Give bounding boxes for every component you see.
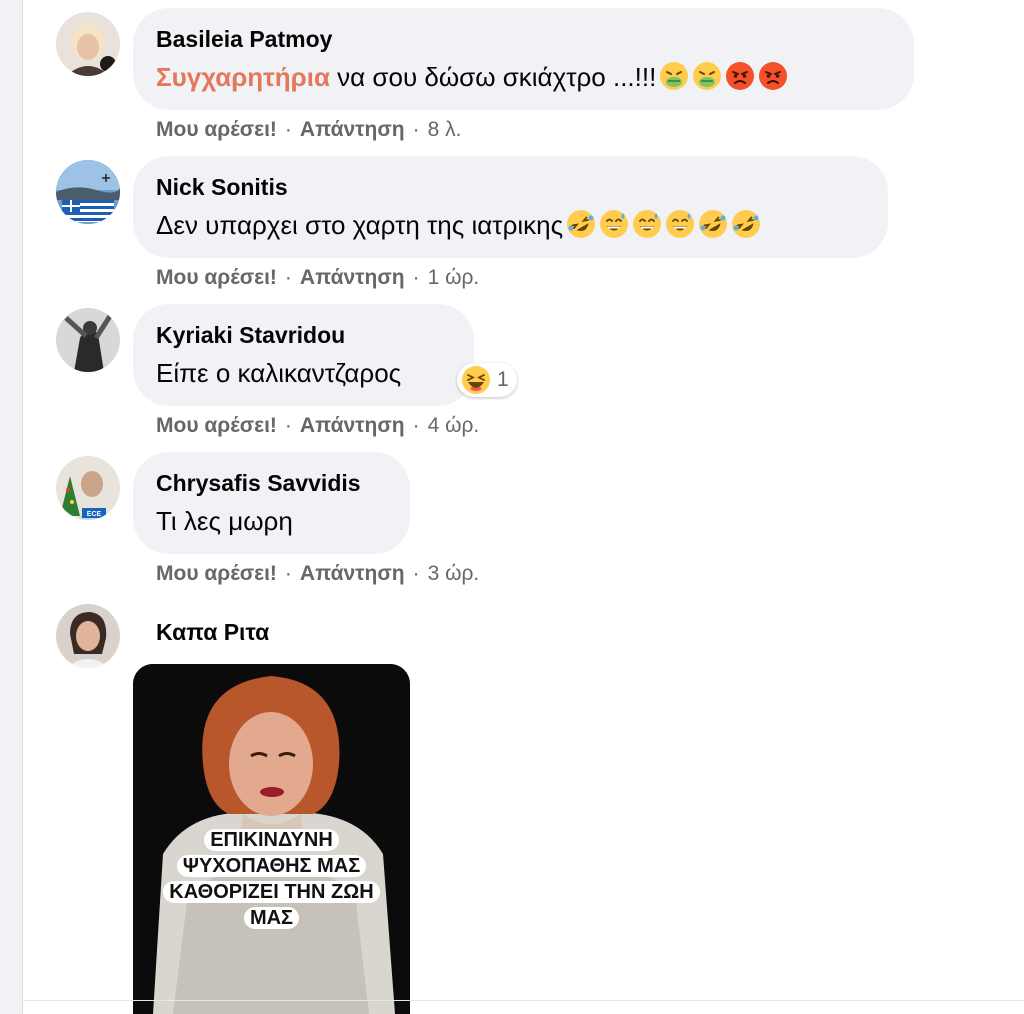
comment-image[interactable]: ΕΠΙΚΙΝΔΥΝΗ ΨΥΧΟΠΑΘΗΣ ΜΑΣ ΚΑΘΟΡΙΖΕΙ ΤΗΝ Ζ… (133, 664, 410, 1014)
rolling-laughing-emoji (731, 209, 761, 239)
avatar[interactable] (56, 308, 120, 372)
comment-timestamp[interactable]: 3 ώρ. (428, 562, 480, 585)
haha-reaction-icon (461, 365, 491, 395)
nauseated-face-emoji (659, 61, 689, 91)
meme-caption-line: ΚΑΘΟΡΙΖΕΙ ΤΗΝ ΖΩΗ (163, 881, 380, 903)
angry-face-emoji (725, 61, 755, 91)
comment-actions: Μου αρέσει! · Απάντηση · 1 ώρ. (156, 266, 480, 289)
comment-author[interactable]: Basileia Patmoy (156, 25, 332, 53)
like-link[interactable]: Μου αρέσει! (156, 118, 277, 141)
nauseated-face-emoji (692, 61, 722, 91)
meme-caption-line: ΜΑΣ (243, 907, 300, 929)
comment-timestamp[interactable]: 8 λ. (428, 118, 462, 141)
comment-text-body: να σου δώσω σκιάχτρο ...!!! (329, 62, 657, 92)
comment-author[interactable]: Nick Sonitis (156, 173, 288, 201)
like-link[interactable]: Μου αρέσει! (156, 266, 277, 289)
comment-author[interactable]: Καπα Ριτα (156, 618, 269, 646)
like-link[interactable]: Μου αρέσει! (156, 562, 277, 585)
comment-bubble: Chrysafis Savvidis Τι λες μωρη (133, 452, 410, 554)
comment-actions: Μου αρέσει! · Απάντηση · 4 ώρ. (156, 414, 480, 437)
comment-text: Είπε ο καλικαντζαρος (156, 358, 402, 388)
comment-bubble: Kyriaki Stavridou Είπε ο καλικαντζαρος (133, 304, 474, 406)
highlighted-word[interactable]: Συγχαρητήρια (156, 62, 330, 92)
meme-caption-line: ΕΠΙΚΙΝΔΥΝΗ (204, 829, 339, 851)
comment-timestamp[interactable]: 1 ώρ. (428, 266, 480, 289)
grinning-sweat-emoji (665, 209, 695, 239)
avatar[interactable]: ECE (56, 456, 120, 520)
like-link[interactable]: Μου αρέσει! (156, 414, 277, 437)
comment-text: Δεν υπαρχει στο χαρτη της ιατρικης (156, 208, 761, 242)
comment-text-body: Δεν υπαρχει στο χαρτη της ιατρικης (156, 210, 564, 240)
rolling-laughing-emoji (566, 209, 596, 239)
comment-timestamp[interactable]: 4 ώρ. (428, 414, 480, 437)
meme-caption-line: ΨΥΧΟΠΑΘΗΣ ΜΑΣ (176, 855, 367, 877)
angry-face-emoji (758, 61, 788, 91)
comment-actions: Μου αρέσει! · Απάντηση · 8 λ. (156, 118, 462, 141)
avatar[interactable] (56, 604, 120, 668)
meme-caption: ΕΠΙΚΙΝΔΥΝΗ ΨΥΧΟΠΑΘΗΣ ΜΑΣ ΚΑΘΟΡΙΖΕΙ ΤΗΝ Ζ… (163, 827, 380, 931)
svg-text:ECE: ECE (87, 511, 102, 518)
reply-link[interactable]: Απάντηση (300, 562, 405, 585)
comment-bubble: Nick Sonitis Δεν υπαρχει στο χαρτη της ι… (133, 156, 888, 258)
comment-text: Συγχαρητήρια να σου δώσω σκιάχτρο ...!!! (156, 60, 788, 94)
reaction-count: 1 (497, 368, 509, 391)
reply-link[interactable]: Απάντηση (300, 266, 405, 289)
left-rail (0, 0, 23, 1014)
comment-author[interactable]: Chrysafis Savvidis (156, 469, 361, 497)
comment-text: Τι λες μωρη (156, 506, 293, 536)
grinning-sweat-emoji (632, 209, 662, 239)
comment-bubble: Basileia Patmoy Συγχαρητήρια να σου δώσω… (133, 8, 914, 110)
avatar[interactable] (56, 12, 120, 76)
comment-author[interactable]: Kyriaki Stavridou (156, 321, 345, 349)
reply-link[interactable]: Απάντηση (300, 118, 405, 141)
rolling-laughing-emoji (698, 209, 728, 239)
reaction-summary[interactable]: 1 (457, 363, 517, 397)
divider (22, 1000, 1024, 1001)
comment-actions: Μου αρέσει! · Απάντηση · 3 ώρ. (156, 562, 480, 585)
avatar[interactable] (56, 160, 120, 224)
grinning-sweat-emoji (599, 209, 629, 239)
reply-link[interactable]: Απάντηση (300, 414, 405, 437)
